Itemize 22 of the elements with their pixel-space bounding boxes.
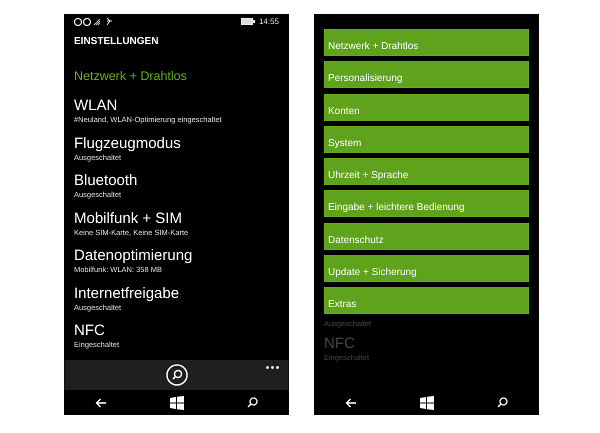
back-icon[interactable] [95,398,108,408]
dimmed-item-title: NFC [324,335,356,354]
menu-tile[interactable]: Eingabe + leichtere Bedienung [324,190,529,218]
back-icon[interactable] [345,398,358,408]
clock-time: 14:55 [258,17,279,26]
menu-tile[interactable]: System [324,126,529,153]
menu-tile[interactable]: Extras [324,287,529,314]
menu-tile[interactable]: Datenschutz [324,222,529,250]
menu-tile[interactable]: Personalisierung [324,61,529,88]
more-icon[interactable] [266,366,279,369]
page-title: EINSTELLUNGEN [73,35,160,47]
search-icon[interactable] [496,397,508,408]
search-icon[interactable] [246,397,258,408]
windows-logo-icon[interactable] [420,396,434,410]
menu-tile[interactable]: Update + Sicherung [324,255,529,282]
battery-icon [240,18,255,25]
search-button-icon[interactable] [166,364,188,386]
menu-tile[interactable]: Konten [324,94,529,121]
windows-logo-icon[interactable] [170,396,184,410]
menu-tile[interactable]: Netzwerk + Drahtlos [324,29,529,56]
menu-tile[interactable]: Uhrzeit + Sprache [324,158,529,186]
section-heading: Netzwerk + Drahtlos [73,68,188,83]
